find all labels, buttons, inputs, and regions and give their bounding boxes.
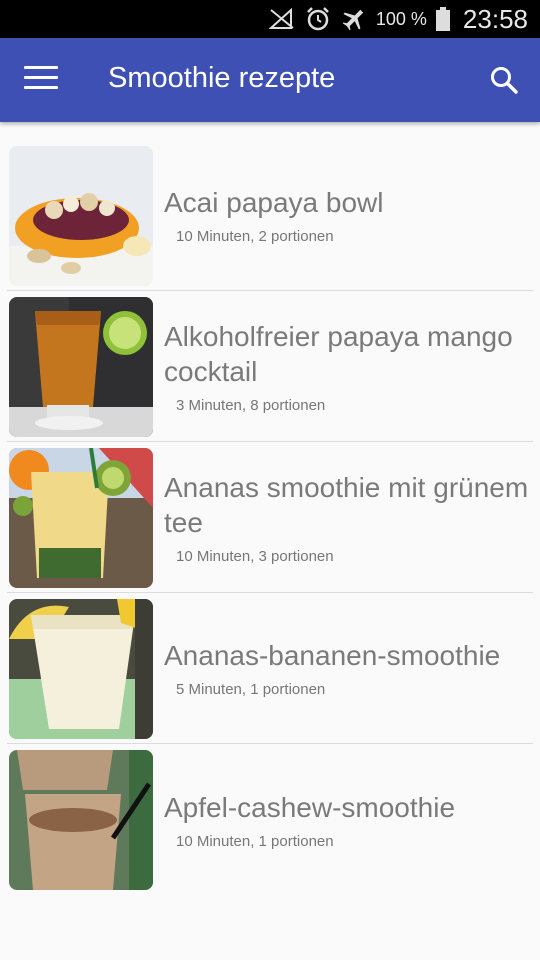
recipe-title: Apfel-cashew-smoothie [164, 791, 456, 823]
hamburger-menu-icon[interactable] [24, 66, 58, 94]
ananas-green-tea-smoothie-photo [9, 448, 153, 588]
battery-percent: 100 % [375, 8, 427, 29]
airplane-mode-icon [340, 5, 368, 33]
no-signal-icon [268, 5, 296, 33]
ananas-banana-smoothie-photo [9, 599, 153, 739]
status-bar: 100 % 23:58 [0, 0, 540, 38]
recipe-meta: 10 Minuten, 3 portionen [176, 547, 334, 565]
recipe-text: Acai papaya bowl 10 Minuten, 2 portionen [164, 140, 533, 290]
recipe-text: Apfel-cashew-smoothie 10 Minuten, 1 port… [164, 744, 533, 895]
recipe-title: Alkoholfreier papaya mango cocktail [164, 320, 513, 387]
recipe-title: Acai papaya bowl [164, 187, 384, 218]
papaya-mango-cocktail-photo [9, 297, 153, 437]
recipe-list: Acai papaya bowl 10 Minuten, 2 portionen… [0, 140, 540, 895]
recipe-item[interactable]: Acai papaya bowl 10 Minuten, 2 portionen [7, 140, 533, 291]
apple-cashew-smoothie-photo [9, 750, 153, 890]
recipe-item[interactable]: Ananas-bananen-smoothie 5 Minuten, 1 por… [7, 593, 533, 744]
page-title: Smoothie rezepte [108, 62, 336, 94]
recipe-item[interactable]: Apfel-cashew-smoothie 10 Minuten, 1 port… [7, 744, 533, 895]
recipe-meta: 5 Minuten, 1 portionen [176, 681, 326, 698]
recipe-meta: 10 Minuten, 1 portionen [176, 832, 334, 850]
app-bar: Smoothie rezepte [0, 38, 540, 122]
battery-icon [435, 5, 451, 33]
alarm-icon [304, 5, 332, 33]
clock: 23:58 [462, 3, 528, 34]
recipe-item[interactable]: Ananas smoothie mit grünem tee 10 Minute… [7, 442, 533, 593]
acai-papaya-bowl-photo [9, 146, 153, 286]
recipe-text: Ananas smoothie mit grünem tee 10 Minute… [164, 442, 533, 592]
search-icon[interactable] [488, 64, 520, 96]
recipe-title: Ananas-bananen-smoothie [164, 640, 501, 671]
status-icons: 100 % 23:58 [268, 0, 528, 38]
recipe-text: Ananas-bananen-smoothie 5 Minuten, 1 por… [164, 593, 533, 743]
recipe-text: Alkoholfreier papaya mango cocktail 3 Mi… [164, 291, 533, 441]
recipe-item[interactable]: Alkoholfreier papaya mango cocktail 3 Mi… [7, 291, 533, 442]
recipe-meta: 3 Minuten, 8 portionen [176, 396, 326, 414]
recipe-title: Ananas smoothie mit grünem tee [164, 471, 529, 538]
recipe-meta: 10 Minuten, 2 portionen [176, 228, 334, 245]
